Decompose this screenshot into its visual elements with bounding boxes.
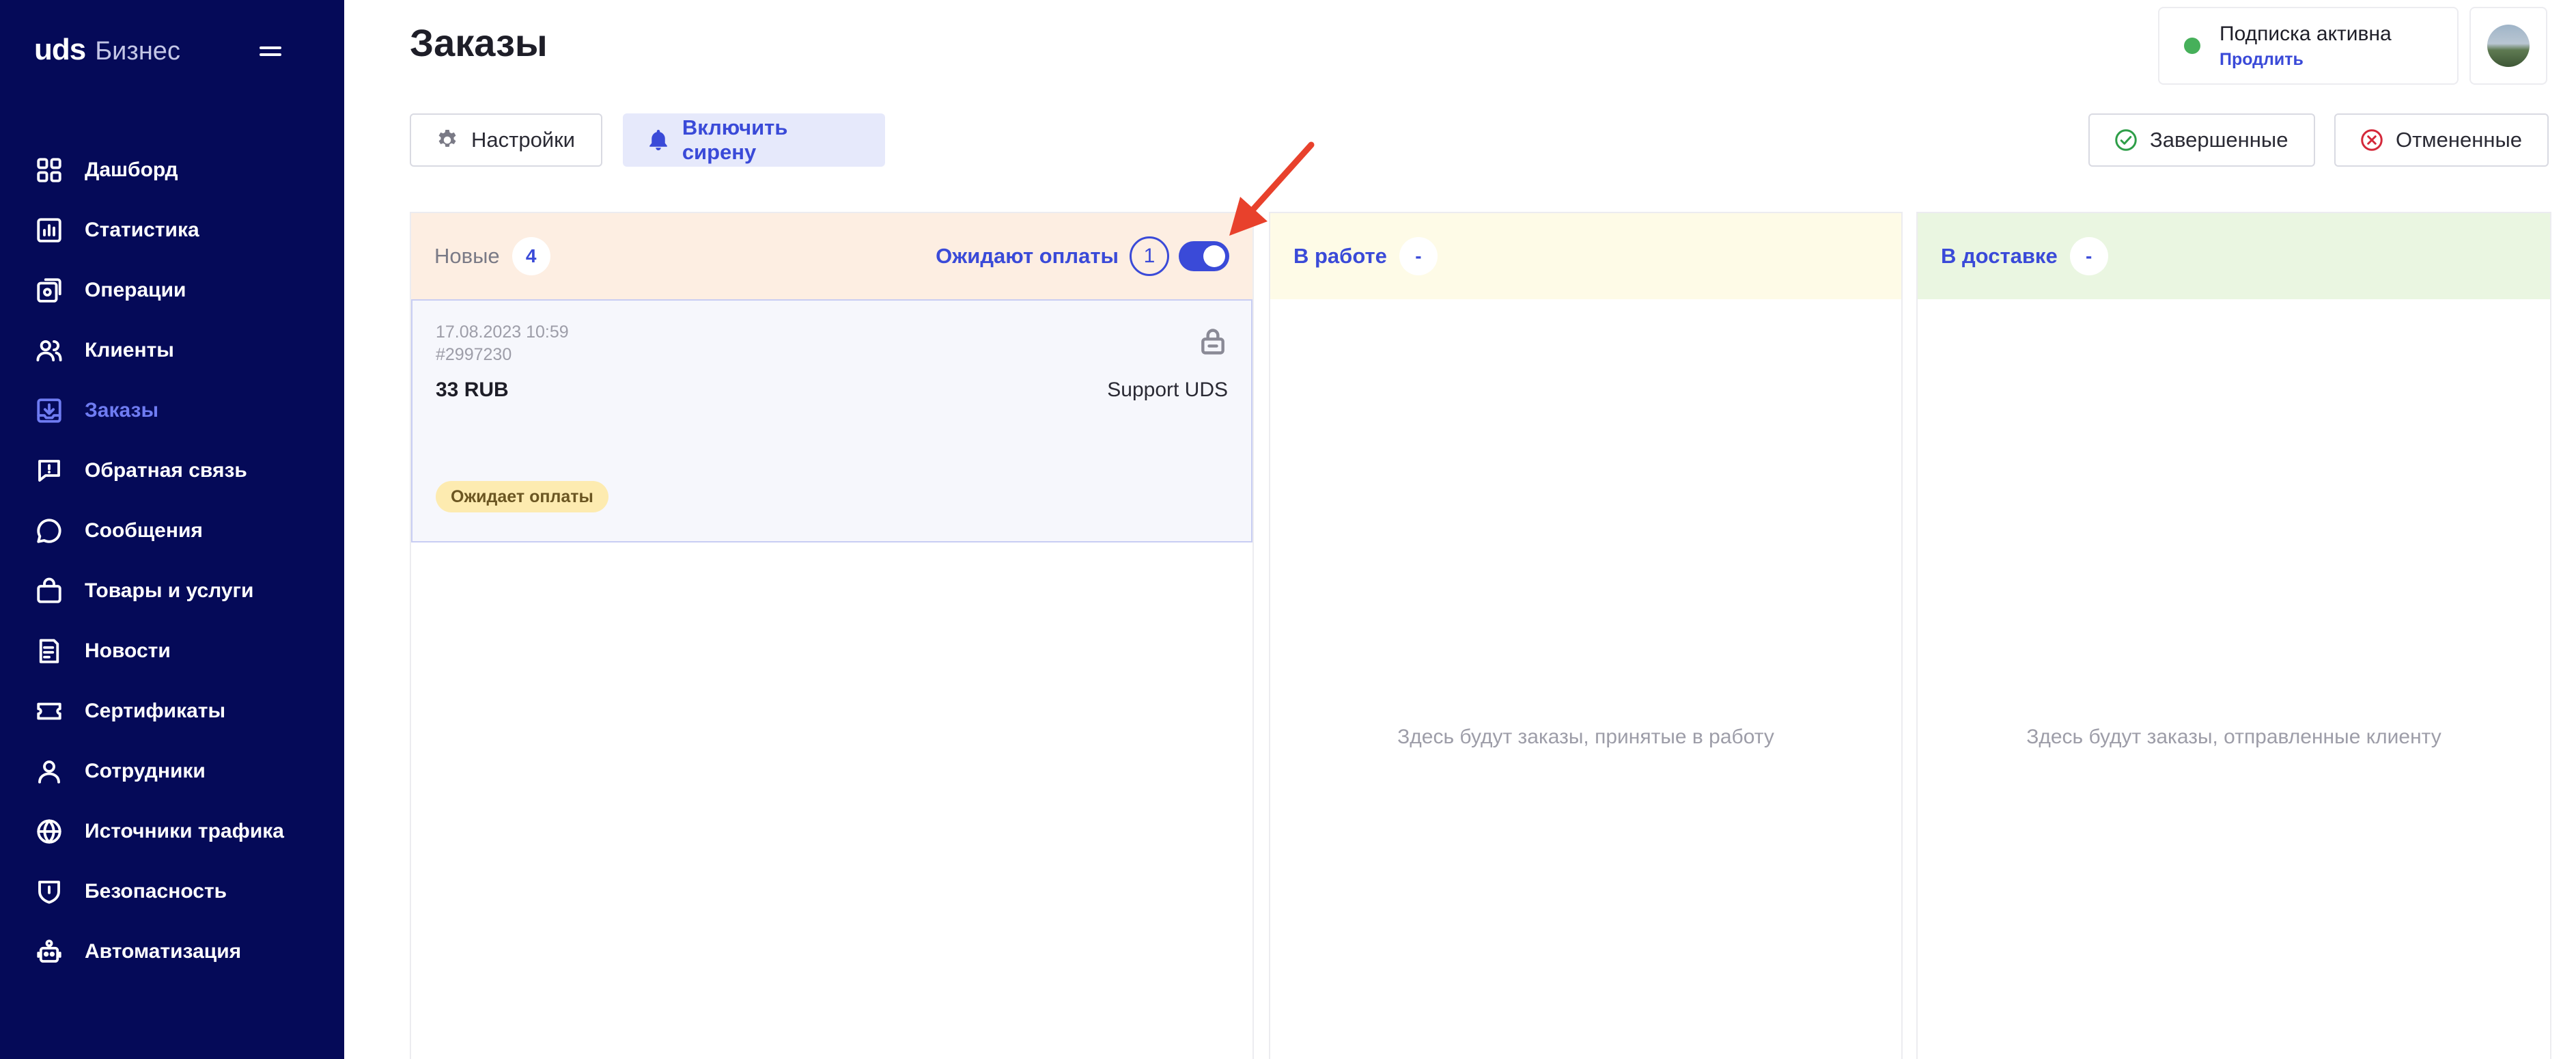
profile-button[interactable] [2469,7,2547,85]
column-new-header: Новые 4 Ожидают оплаты 1 [411,213,1252,299]
siren-label: Включить сирену [682,115,788,164]
person-icon [34,756,64,786]
cancelled-label: Отмененные [2396,128,2522,152]
lock-icon [1198,327,1228,357]
column-delivery-header: В доставке - [1918,213,2550,299]
awaiting-payment-count: 1 [1130,236,1169,276]
awaiting-payment-toggle[interactable] [1179,241,1229,271]
ticket-icon [34,696,64,726]
status-dot-icon [2184,38,2200,54]
cancelled-orders-button[interactable]: Отмененные [2334,113,2549,167]
sidebar-item-automation[interactable]: Автоматизация [0,922,344,982]
sidebar-item-label: Обратная связь [85,459,247,482]
sidebar-item-feedback[interactable]: Обратная связь [0,441,344,501]
sidebar-item-label: Заказы [85,399,159,422]
sidebar-item-label: Статистика [85,219,199,241]
column-new: Новые 4 Ожидают оплаты 1 17.08.2023 10:5… [410,212,1254,1059]
column-count-badge: - [2069,237,2108,275]
orders-icon [34,396,64,426]
awaiting-payment-label: Ожидают оплаты [936,244,1119,268]
sidebar-item-operations[interactable]: Операции [0,260,344,320]
renew-link[interactable]: Продлить [2220,50,2392,70]
column-delivery: В доставке - Здесь будут заказы, отправл… [1916,212,2551,1059]
dashboard-icon [34,155,64,185]
order-client: Support UDS [1107,379,1228,401]
enable-siren-button[interactable]: Включить сирену [623,113,885,167]
order-datetime: 17.08.2023 10:59 [436,322,569,342]
news-icon [34,636,64,666]
sidebar-item-label: Источники трафика [85,820,284,842]
settings-button[interactable]: Настройки [410,113,602,167]
brand-name: uds [34,33,86,66]
sidebar-item-label: Сообщения [85,519,203,542]
status-badge: Ожидает оплаты [436,481,608,512]
order-id: #2997230 [436,345,512,364]
toggle-knob [1203,245,1225,267]
empty-state-text: Здесь будут заказы, принятые в работу [1397,726,1774,748]
sidebar: uds Бизнес Дашборд Статистика Операции К… [0,0,344,1059]
check-circle-icon [2113,127,2139,153]
chart-icon [34,215,64,245]
sidebar-item-news[interactable]: Новости [0,621,344,681]
sidebar-item-label: Новости [85,639,171,662]
robot-icon [34,937,64,967]
sidebar-item-traffic[interactable]: Источники трафика [0,801,344,862]
empty-state-text: Здесь будут заказы, отправленные клиенту [2026,726,2441,748]
sidebar-item-messages[interactable]: Сообщения [0,501,344,561]
sidebar-item-label: Автоматизация [85,940,242,963]
brand-suffix: Бизнес [95,37,180,66]
sidebar-item-dashboard[interactable]: Дашборд [0,140,344,200]
menu-toggle-icon[interactable] [260,42,287,61]
messages-icon [34,516,64,546]
brand-logo[interactable]: uds Бизнес [34,33,180,67]
column-title: В доставке [1941,244,2058,268]
sidebar-item-security[interactable]: Безопасность [0,862,344,922]
sidebar-item-label: Товары и услуги [85,579,254,602]
globe-icon [34,816,64,847]
completed-orders-button[interactable]: Завершенные [2088,113,2315,167]
feedback-icon [34,456,64,486]
order-card[interactable]: 17.08.2023 10:59 #2997230 33 RUB Support… [411,299,1252,542]
subscription-status: Подписка активна [2220,22,2392,45]
column-in-work: В работе - Здесь будут заказы, принятые … [1269,212,1903,1059]
column-count-badge: - [1399,237,1438,275]
awaiting-payment-filter: Ожидают оплаты 1 [936,236,1229,276]
sidebar-item-label: Клиенты [85,339,174,361]
completed-label: Завершенные [2150,128,2288,152]
sidebar-item-statistics[interactable]: Статистика [0,200,344,260]
sidebar-item-label: Дашборд [85,159,178,181]
bag-icon [34,576,64,606]
cross-circle-icon [2359,127,2385,153]
sidebar-item-label: Безопасность [85,880,227,903]
shield-icon [34,877,64,907]
order-amount: 33 RUB [436,379,509,401]
sidebar-item-certificates[interactable]: Сертификаты [0,681,344,741]
sidebar-item-employees[interactable]: Сотрудники [0,741,344,801]
column-in-work-header: В работе - [1270,213,1901,299]
sidebar-nav: Дашборд Статистика Операции Клиенты Зака… [0,140,344,982]
operations-icon [34,275,64,305]
column-title: В работе [1293,244,1387,268]
sidebar-item-orders[interactable]: Заказы [0,381,344,441]
subscription-panel: Подписка активна Продлить [2158,7,2459,85]
column-title: Новые [434,244,500,268]
clients-icon [34,335,64,366]
page-title: Заказы [410,21,548,64]
bell-icon [646,127,671,153]
sidebar-item-clients[interactable]: Клиенты [0,320,344,381]
gear-icon [434,127,460,153]
sidebar-item-label: Сертификаты [85,700,226,722]
sidebar-item-products[interactable]: Товары и услуги [0,561,344,621]
column-count-badge: 4 [512,237,550,275]
sidebar-item-label: Сотрудники [85,760,206,782]
settings-label: Настройки [471,128,576,152]
avatar [2487,25,2530,67]
sidebar-item-label: Операции [85,279,186,301]
